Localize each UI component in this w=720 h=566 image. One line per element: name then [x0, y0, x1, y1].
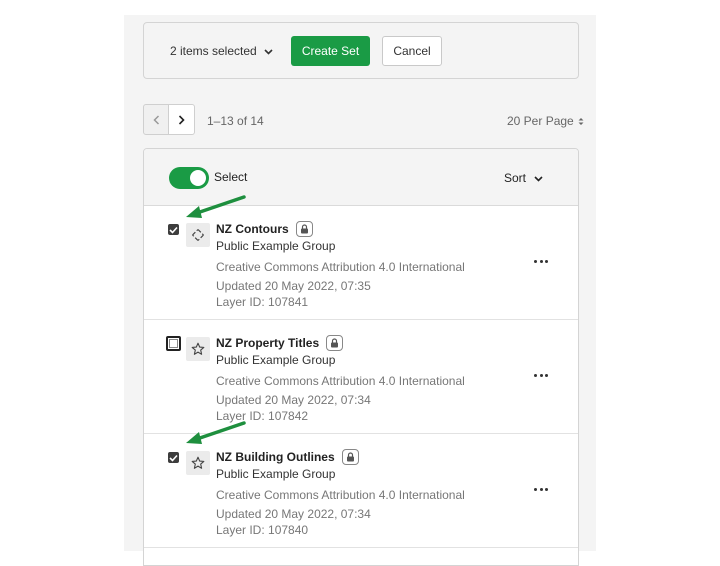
item-updated: Updated 20 May 2022, 07:34	[216, 507, 371, 521]
check-icon	[169, 226, 178, 234]
item-updated: Updated 20 May 2022, 07:34	[216, 393, 371, 407]
item-license: Creative Commons Attribution 4.0 Interna…	[216, 260, 465, 274]
item-checkbox[interactable]	[168, 224, 179, 235]
check-icon	[169, 454, 178, 462]
item-title[interactable]: NZ Property Titles	[216, 336, 319, 350]
item-license: Creative Commons Attribution 4.0 Interna…	[216, 488, 465, 502]
chevron-down-icon	[534, 171, 543, 185]
selection-action-bar: 2 items selected Create Set Cancel	[143, 22, 579, 79]
item-checkbox[interactable]	[166, 336, 181, 351]
item-title[interactable]: NZ Contours	[216, 222, 289, 236]
lock-icon	[295, 221, 313, 237]
annotation-arrow	[186, 421, 246, 444]
previous-page-button[interactable]	[143, 104, 169, 135]
page-range: 1–13 of 14	[207, 114, 264, 128]
more-options-icon[interactable]	[534, 370, 548, 380]
item-updated: Updated 20 May 2022, 07:35	[216, 279, 371, 293]
toggle-knob	[190, 170, 206, 186]
item-group: Public Example Group	[216, 353, 336, 367]
sort-label: Sort	[504, 171, 527, 185]
select-toggle[interactable]	[169, 167, 209, 189]
per-page-select[interactable]: 20 Per Page	[507, 114, 584, 128]
list-item: NZ Contours Public Example Group Creativ…	[144, 206, 578, 320]
star-icon	[186, 451, 210, 475]
list-item: NZ Property Titles Public Example Group …	[144, 320, 578, 434]
item-title[interactable]: NZ Building Outlines	[216, 450, 335, 464]
annotation-arrow	[186, 195, 246, 218]
item-checkbox[interactable]	[168, 452, 179, 463]
create-set-button[interactable]: Create Set	[291, 36, 370, 66]
lock-icon	[341, 449, 359, 465]
list-item: NZ Building Outlines Public Example Grou…	[144, 434, 578, 548]
item-group: Public Example Group	[216, 239, 336, 253]
more-options-icon[interactable]	[534, 484, 548, 494]
select-toggle-label: Select	[214, 170, 248, 184]
chevron-down-icon	[264, 44, 273, 58]
star-icon	[186, 337, 210, 361]
layer-diamond-icon	[186, 223, 210, 247]
chevron-right-icon	[178, 114, 185, 125]
selection-count-label: 2 items selected	[170, 44, 257, 58]
pagination	[143, 104, 195, 135]
item-layer-id: Layer ID: 107842	[216, 409, 309, 423]
per-page-label: 20 Per Page	[507, 114, 574, 128]
item-group: Public Example Group	[216, 467, 336, 481]
selection-dropdown[interactable]: 2 items selected	[170, 44, 273, 58]
lock-icon	[326, 335, 344, 351]
item-layer-id: Layer ID: 107840	[216, 523, 309, 537]
cancel-button[interactable]: Cancel	[382, 36, 442, 66]
chevron-left-icon	[152, 114, 159, 125]
item-license: Creative Commons Attribution 4.0 Interna…	[216, 374, 465, 388]
next-page-button[interactable]	[169, 104, 195, 135]
more-options-icon[interactable]	[534, 256, 548, 266]
sort-dropdown[interactable]: Sort	[504, 171, 543, 185]
sort-updown-icon	[578, 117, 584, 126]
item-layer-id: Layer ID: 107841	[216, 295, 309, 309]
